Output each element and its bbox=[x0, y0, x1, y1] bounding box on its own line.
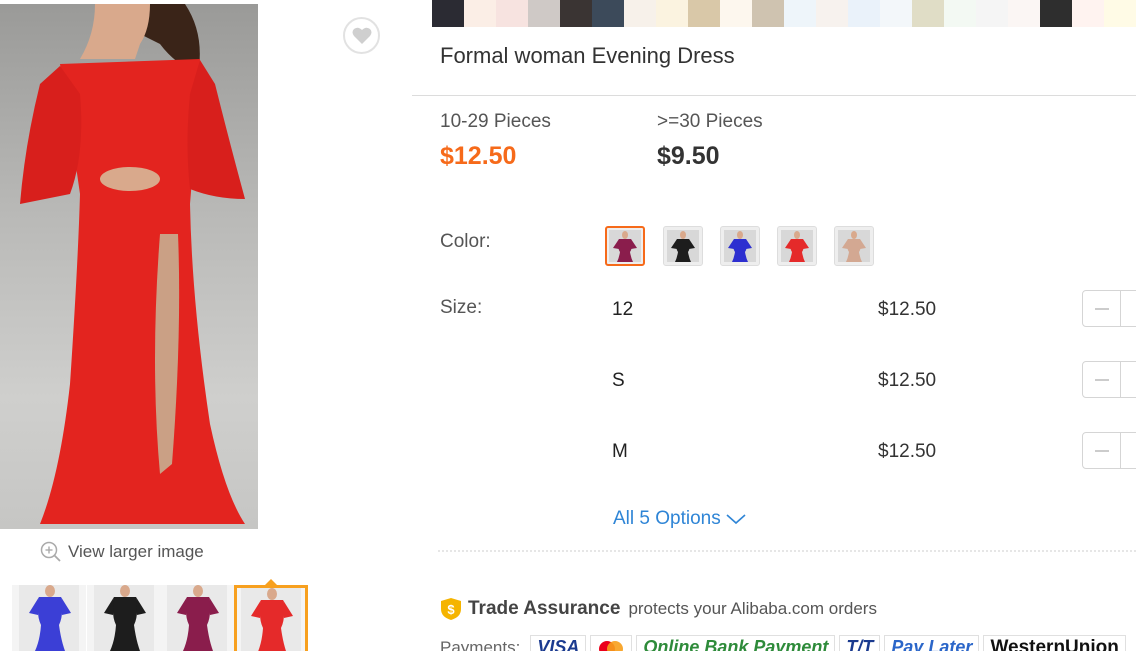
thumbnail-image[interactable] bbox=[160, 585, 234, 651]
size-name: S bbox=[612, 370, 625, 391]
dress-thumbnail-icon bbox=[167, 585, 227, 651]
variant-image-swatch[interactable] bbox=[656, 0, 688, 27]
thumbnail-image[interactable] bbox=[87, 585, 161, 651]
tier-price: $9.50 bbox=[657, 142, 720, 170]
size-name: 12 bbox=[612, 299, 634, 320]
size-price: $12.50 bbox=[878, 299, 937, 320]
price-tier: 10-29 Pieces $12.50 bbox=[440, 111, 551, 171]
price-tier: >=30 Pieces $9.50 bbox=[657, 111, 763, 171]
chevron-down-icon bbox=[726, 514, 746, 525]
all-options-link[interactable]: All 5 Options bbox=[613, 508, 747, 530]
variant-image-swatch[interactable] bbox=[784, 0, 816, 27]
divider bbox=[438, 550, 1136, 552]
variant-image-swatch[interactable] bbox=[944, 0, 976, 27]
trade-assurance-shield-icon: $ bbox=[441, 598, 461, 620]
decrease-quantity-button[interactable] bbox=[1083, 362, 1121, 397]
variant-image-swatch[interactable] bbox=[688, 0, 720, 27]
size-price: $12.50 bbox=[878, 441, 937, 462]
view-larger-label: View larger image bbox=[68, 542, 204, 561]
divider bbox=[412, 95, 1136, 96]
variant-image-swatch[interactable] bbox=[848, 0, 880, 27]
heart-icon bbox=[352, 27, 371, 44]
variant-image-swatch[interactable] bbox=[1040, 0, 1072, 27]
mastercard-icon bbox=[599, 641, 624, 651]
dress-thumbnail-icon bbox=[241, 588, 301, 651]
color-option-red[interactable] bbox=[777, 226, 817, 266]
variant-image-swatch[interactable] bbox=[496, 0, 528, 27]
payment-method-badge: T/T bbox=[839, 635, 881, 651]
mastercard-icon bbox=[590, 635, 633, 651]
color-dress-icon bbox=[724, 230, 756, 262]
size-row: S $12.50 bbox=[0, 361, 1136, 401]
payment-method-badge: WesternUnion bbox=[983, 635, 1126, 651]
decrease-quantity-button[interactable] bbox=[1083, 433, 1121, 468]
payment-method-badge: Pay Later bbox=[884, 635, 980, 651]
thumbnail-image[interactable] bbox=[12, 585, 86, 651]
variant-image-swatch[interactable] bbox=[912, 0, 944, 27]
dress-thumbnail-icon bbox=[19, 585, 79, 651]
variant-image-swatch[interactable] bbox=[464, 0, 496, 27]
variant-image-swatch[interactable] bbox=[816, 0, 848, 27]
zoom-in-icon bbox=[40, 541, 61, 562]
payment-method-badge: Online Bank Payment bbox=[636, 635, 836, 651]
variant-image-swatch[interactable] bbox=[752, 0, 784, 27]
color-option-wine-red[interactable] bbox=[605, 226, 645, 266]
variant-image-swatch[interactable] bbox=[1008, 0, 1040, 27]
tier-price: $12.50 bbox=[440, 142, 517, 170]
variant-image-swatch[interactable] bbox=[592, 0, 624, 27]
minus-icon bbox=[1094, 449, 1109, 452]
trade-assurance: $ Trade Assurance protects your Alibaba.… bbox=[440, 597, 877, 621]
variant-image-swatch[interactable] bbox=[1072, 0, 1104, 27]
trade-assurance-title: Trade Assurance bbox=[468, 598, 621, 619]
favorite-button[interactable] bbox=[343, 17, 380, 54]
trade-assurance-text: protects your Alibaba.com orders bbox=[628, 599, 877, 618]
color-option-black[interactable] bbox=[663, 226, 703, 266]
variant-image-swatch[interactable] bbox=[976, 0, 1008, 27]
color-label: Color: bbox=[440, 231, 491, 252]
all-options-label: All 5 Options bbox=[613, 508, 721, 529]
tier-quantity: >=30 Pieces bbox=[657, 111, 763, 132]
variant-image-swatch[interactable] bbox=[560, 0, 592, 27]
size-price: $12.50 bbox=[878, 370, 937, 391]
size-row: 12 $12.50 bbox=[0, 290, 1136, 330]
color-option-royal-blue[interactable] bbox=[720, 226, 760, 266]
dress-thumbnail-icon bbox=[94, 585, 154, 651]
quantity-stepper bbox=[1082, 432, 1136, 469]
size-row: M $12.50 bbox=[0, 432, 1136, 472]
thumbnail-image[interactable] bbox=[234, 585, 308, 651]
thumbnail-strip bbox=[0, 585, 320, 651]
svg-text:$: $ bbox=[447, 602, 455, 617]
variant-image-swatch[interactable] bbox=[528, 0, 560, 27]
color-dress-icon bbox=[667, 230, 699, 262]
quantity-stepper bbox=[1082, 361, 1136, 398]
minus-icon bbox=[1094, 307, 1109, 310]
variant-image-swatch[interactable] bbox=[624, 0, 656, 27]
variant-image-swatch[interactable] bbox=[880, 0, 912, 27]
product-title: Formal woman Evening Dress bbox=[440, 43, 735, 68]
view-larger-image-link[interactable]: View larger image bbox=[40, 540, 204, 564]
payments-row: Payments: VISA Online Bank Payment T/T Pay … bbox=[440, 635, 1126, 651]
quantity-stepper bbox=[1082, 290, 1136, 327]
color-dress-icon bbox=[838, 230, 870, 262]
size-name: M bbox=[612, 441, 628, 462]
tier-quantity: 10-29 Pieces bbox=[440, 111, 551, 132]
color-dress-icon bbox=[609, 230, 641, 262]
variant-image-strip bbox=[432, 0, 1136, 27]
variant-image-swatch[interactable] bbox=[1104, 0, 1136, 27]
payment-method-badge: VISA bbox=[530, 635, 587, 651]
color-option-champagne[interactable] bbox=[834, 226, 874, 266]
color-dress-icon bbox=[781, 230, 813, 262]
decrease-quantity-button[interactable] bbox=[1083, 291, 1121, 326]
payments-label: Payments: bbox=[440, 638, 521, 651]
variant-image-swatch[interactable] bbox=[432, 0, 464, 27]
minus-icon bbox=[1094, 378, 1109, 381]
variant-image-swatch[interactable] bbox=[720, 0, 752, 27]
